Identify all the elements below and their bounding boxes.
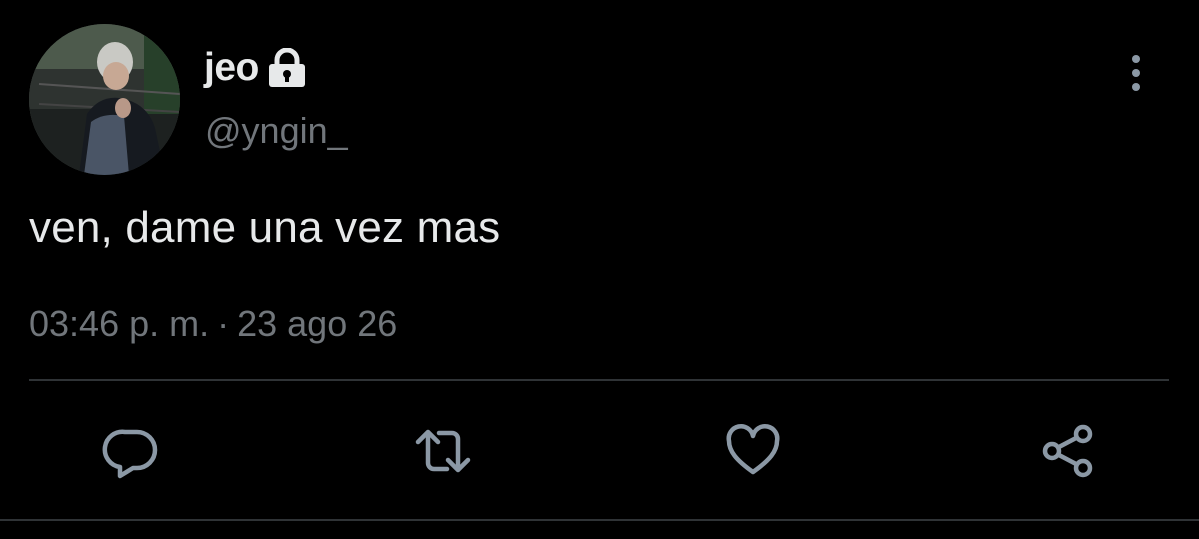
meta-separator: · — [217, 303, 230, 344]
more-vertical-icon[interactable] — [1118, 52, 1154, 96]
share-icon — [1042, 424, 1093, 478]
display-name[interactable]: jeo — [204, 46, 259, 90]
user-handle[interactable]: @yngin_ — [205, 110, 348, 152]
avatar-image — [29, 24, 180, 175]
retweet-button[interactable] — [412, 420, 474, 482]
tweet-timestamp[interactable]: 03:46 p. m. · 23 ago 26 — [29, 303, 397, 345]
reply-icon — [102, 429, 158, 479]
reply-button[interactable] — [100, 420, 162, 482]
tweet-date: 23 ago 26 — [237, 303, 398, 344]
bottom-divider — [0, 519, 1199, 521]
tweet-text: ven, dame una vez mas — [29, 203, 501, 252]
divider — [29, 379, 1169, 381]
tweet-time: 03:46 p. m. — [29, 303, 210, 344]
retweet-icon — [415, 429, 471, 473]
lock-icon — [265, 47, 309, 88]
like-button[interactable] — [722, 420, 784, 482]
share-button[interactable] — [1037, 420, 1099, 482]
heart-icon — [726, 424, 780, 475]
avatar[interactable] — [29, 24, 180, 175]
name-row: jeo — [204, 44, 309, 92]
